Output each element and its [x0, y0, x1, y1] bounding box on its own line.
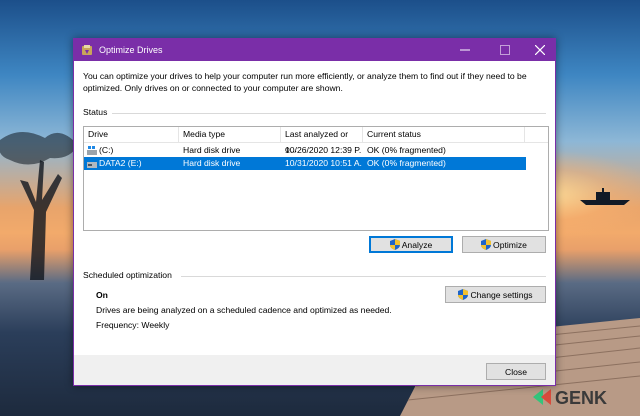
optimize-button[interactable]: Optimize: [462, 236, 546, 253]
tree-silhouette: [0, 132, 78, 280]
close-button[interactable]: Close: [486, 363, 546, 380]
optimize-label: Optimize: [493, 239, 527, 250]
uac-shield-icon: [458, 289, 469, 300]
genk-logo: GENK: [533, 388, 607, 408]
scheduled-divider: [181, 276, 546, 277]
maximize-icon: [500, 45, 510, 55]
drive-name: (C:): [99, 145, 114, 155]
minimize-button[interactable]: [450, 39, 480, 61]
current-status: OK (0% fragmented): [367, 145, 446, 155]
change-settings-button[interactable]: Change settings: [445, 286, 546, 303]
column-header-drive[interactable]: Drive: [84, 127, 178, 142]
close-label: Close: [505, 366, 527, 377]
media-type: Hard disk drive: [183, 158, 241, 168]
column-header-media-type[interactable]: Media type: [179, 127, 280, 142]
change-settings-label: Change settings: [470, 289, 533, 300]
schedule-description: Drives are being analyzed on a scheduled…: [96, 305, 392, 315]
media-type: Hard disk drive: [183, 145, 241, 155]
defrag-app-icon: [82, 45, 92, 55]
boat-silhouette: [580, 188, 630, 205]
last-analyzed: 10/26/2020 12:39 P...: [285, 145, 362, 155]
drive-name: DATA2 (E:): [99, 158, 142, 168]
column-separator[interactable]: [524, 127, 525, 142]
column-header-last-analyzed[interactable]: Last analyzed or o...: [281, 127, 362, 154]
window-title: Optimize Drives: [99, 45, 163, 55]
column-header-current-status[interactable]: Current status: [363, 127, 523, 142]
list-header: Drive Media type Last analyzed or o... C…: [84, 127, 548, 154]
schedule-frequency: Frequency: Weekly: [96, 320, 170, 330]
drives-list[interactable]: Drive Media type Last analyzed or o... C…: [83, 126, 549, 231]
status-divider: [112, 113, 546, 114]
schedule-state: On: [96, 290, 108, 300]
close-icon: [535, 45, 545, 55]
maximize-button[interactable]: [490, 39, 520, 61]
scheduled-optimization-header: Scheduled optimization: [83, 270, 172, 280]
analyze-button[interactable]: Analyze: [369, 236, 453, 253]
analyze-label: Analyze: [401, 239, 433, 250]
drive-row-c[interactable]: (C:) Hard disk drive 10/26/2020 12:39 P.…: [84, 144, 526, 157]
dialog-footer: Close: [74, 355, 555, 385]
current-status: OK (0% fragmented): [367, 158, 446, 168]
close-window-button[interactable]: [525, 39, 555, 61]
status-header: Status: [83, 107, 108, 117]
uac-shield-icon: [481, 239, 492, 250]
intro-text: You can optimize your drives to help you…: [83, 71, 527, 93]
svg-text:GENK: GENK: [555, 388, 607, 408]
drive-row-e[interactable]: DATA2 (E:) Hard disk drive 10/31/2020 10…: [84, 157, 526, 170]
last-analyzed: 10/31/2020 10:51 A...: [285, 158, 362, 168]
uac-shield-icon: [389, 239, 400, 250]
minimize-icon: [460, 49, 470, 51]
title-bar[interactable]: Optimize Drives: [74, 39, 555, 61]
optimize-drives-window: Optimize Drives You can optimize your dr…: [73, 38, 556, 386]
